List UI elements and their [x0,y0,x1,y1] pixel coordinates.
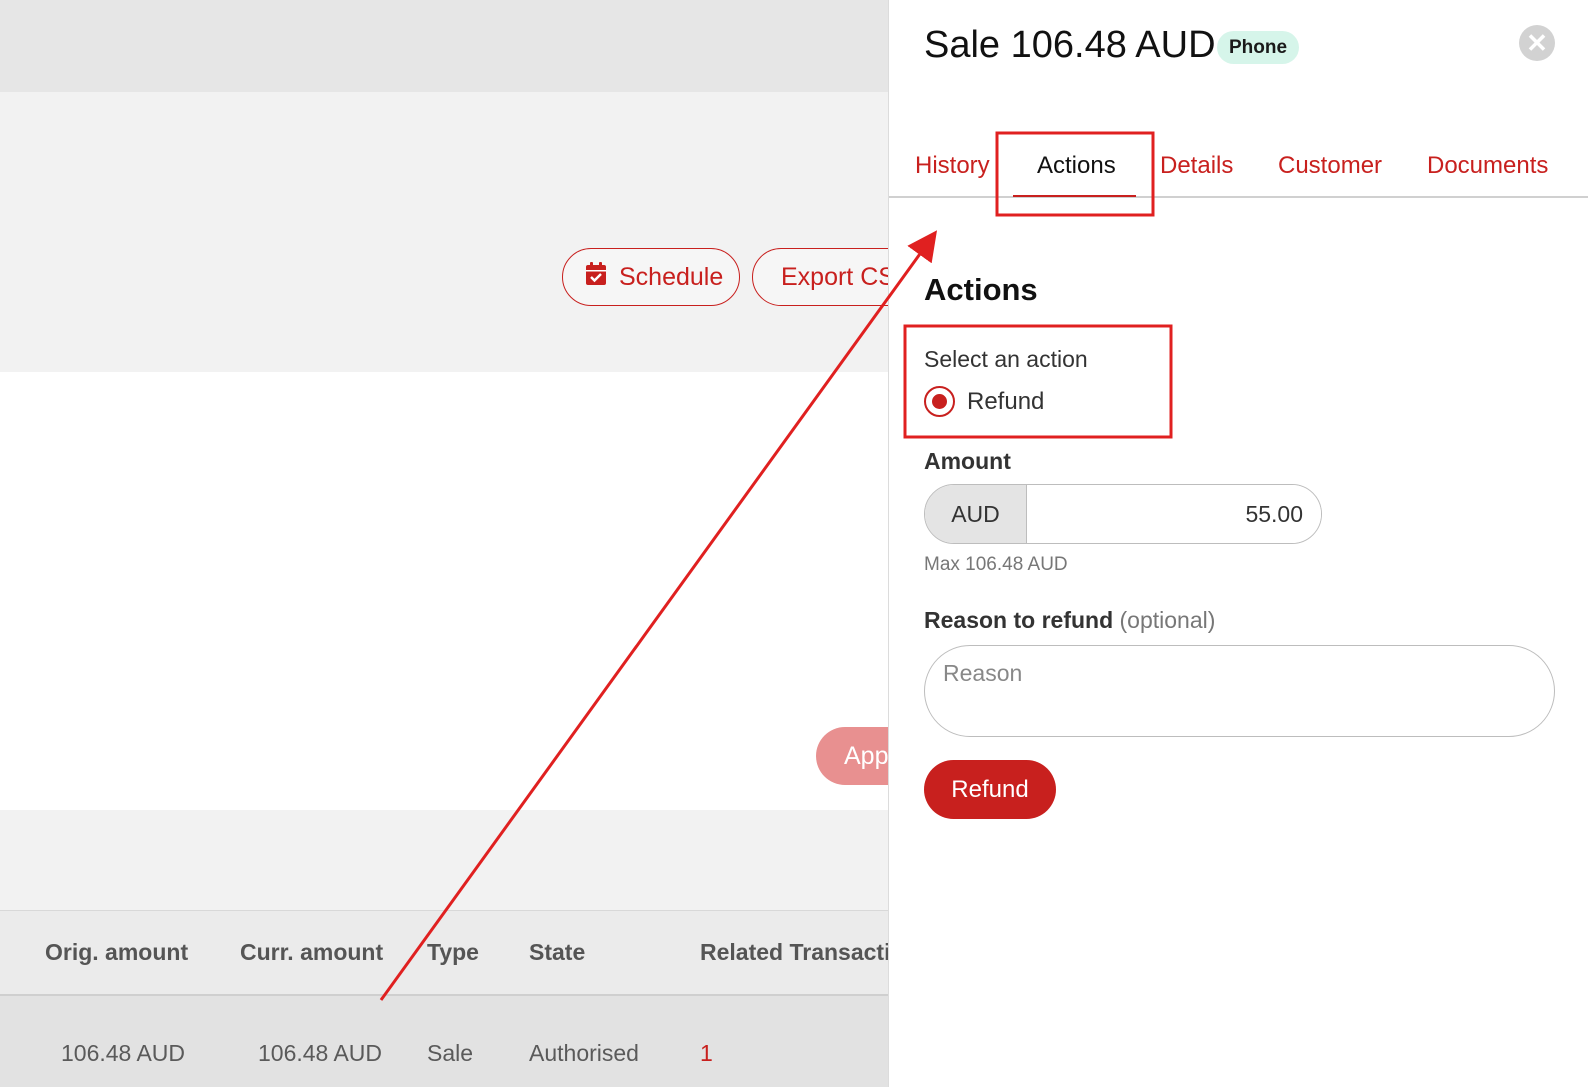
refund-button-label: Refund [951,775,1029,803]
schedule-button[interactable]: Schedule [562,248,740,306]
max-amount-hint: Max 106.48 AUD [924,554,1068,575]
amount-input[interactable]: 55.00 [1027,485,1321,543]
top-bar [0,0,888,92]
cell-type: Sale [427,1040,474,1066]
reason-label: Reason to refund (optional) [924,607,1215,634]
cell-state: Authorised [529,1040,639,1066]
tab-customer[interactable]: Customer [1278,152,1382,180]
radio-button[interactable] [924,386,955,417]
table-row[interactable]: 106.48 AUD 106.48 AUD Sale Authorised 1 [0,996,888,1087]
cell-curr-amount: 106.48 AUD [258,1040,383,1066]
radio-label: Refund [967,387,1045,415]
column-header-orig-amount[interactable]: Orig. amount [45,939,188,966]
active-tab-indicator [1013,195,1136,197]
channel-badge: Phone [1217,31,1300,64]
amount-label: Amount [924,448,1011,474]
amount-input-group: AUD 55.00 [924,484,1322,544]
column-header-state[interactable]: State [529,939,585,966]
tab-documents[interactable]: Documents [1427,152,1548,180]
background-page: Schedule Export CSV Apply Orig. amount C… [0,0,888,1087]
export-csv-label: Export CSV [781,262,888,291]
export-csv-button[interactable]: Export CSV [752,248,888,306]
panel-tabs: History Actions Details Customer Documen… [889,132,1588,198]
results-toolbar [0,810,888,910]
close-button[interactable]: ✕ [1519,25,1555,61]
select-action-label: Select an action [924,346,1088,372]
panel-title: Sale 106.48 AUD [924,24,1216,66]
tab-actions[interactable]: Actions [1037,152,1116,180]
close-icon: ✕ [1526,28,1548,58]
transactions-table: Orig. amount Curr. amount Type State Rel… [0,910,888,1087]
reason-label-text: Reason to refund [924,607,1114,633]
column-header-related-transactions[interactable]: Related Transactions [700,939,888,966]
radio-selected-dot [932,394,947,409]
column-header-type[interactable]: Type [427,939,479,966]
schedule-label: Schedule [619,262,724,291]
reason-textarea[interactable]: Reason [924,645,1555,737]
apply-button[interactable]: Apply [816,727,888,785]
cell-related-link[interactable]: 1 [700,1040,713,1067]
filter-form-area [0,372,888,810]
table-header: Orig. amount Curr. amount Type State Rel… [0,910,888,996]
section-heading: Actions [924,272,1038,307]
tab-history[interactable]: History [915,152,990,180]
refund-button[interactable]: Refund [924,760,1056,819]
column-header-curr-amount[interactable]: Curr. amount [240,939,383,966]
refund-radio-option[interactable]: Refund [924,386,1044,417]
currency-addon: AUD [925,485,1027,543]
transaction-side-panel: Sale 106.48 AUD Phone ✕ History Actions … [888,0,1588,1087]
calendar-icon [585,261,607,293]
cell-orig-amount: 106.48 AUD [61,1040,186,1066]
tab-details[interactable]: Details [1160,152,1233,180]
apply-label: Apply [844,741,888,770]
filter-area [0,92,888,372]
reason-optional-hint: (optional) [1119,607,1216,633]
